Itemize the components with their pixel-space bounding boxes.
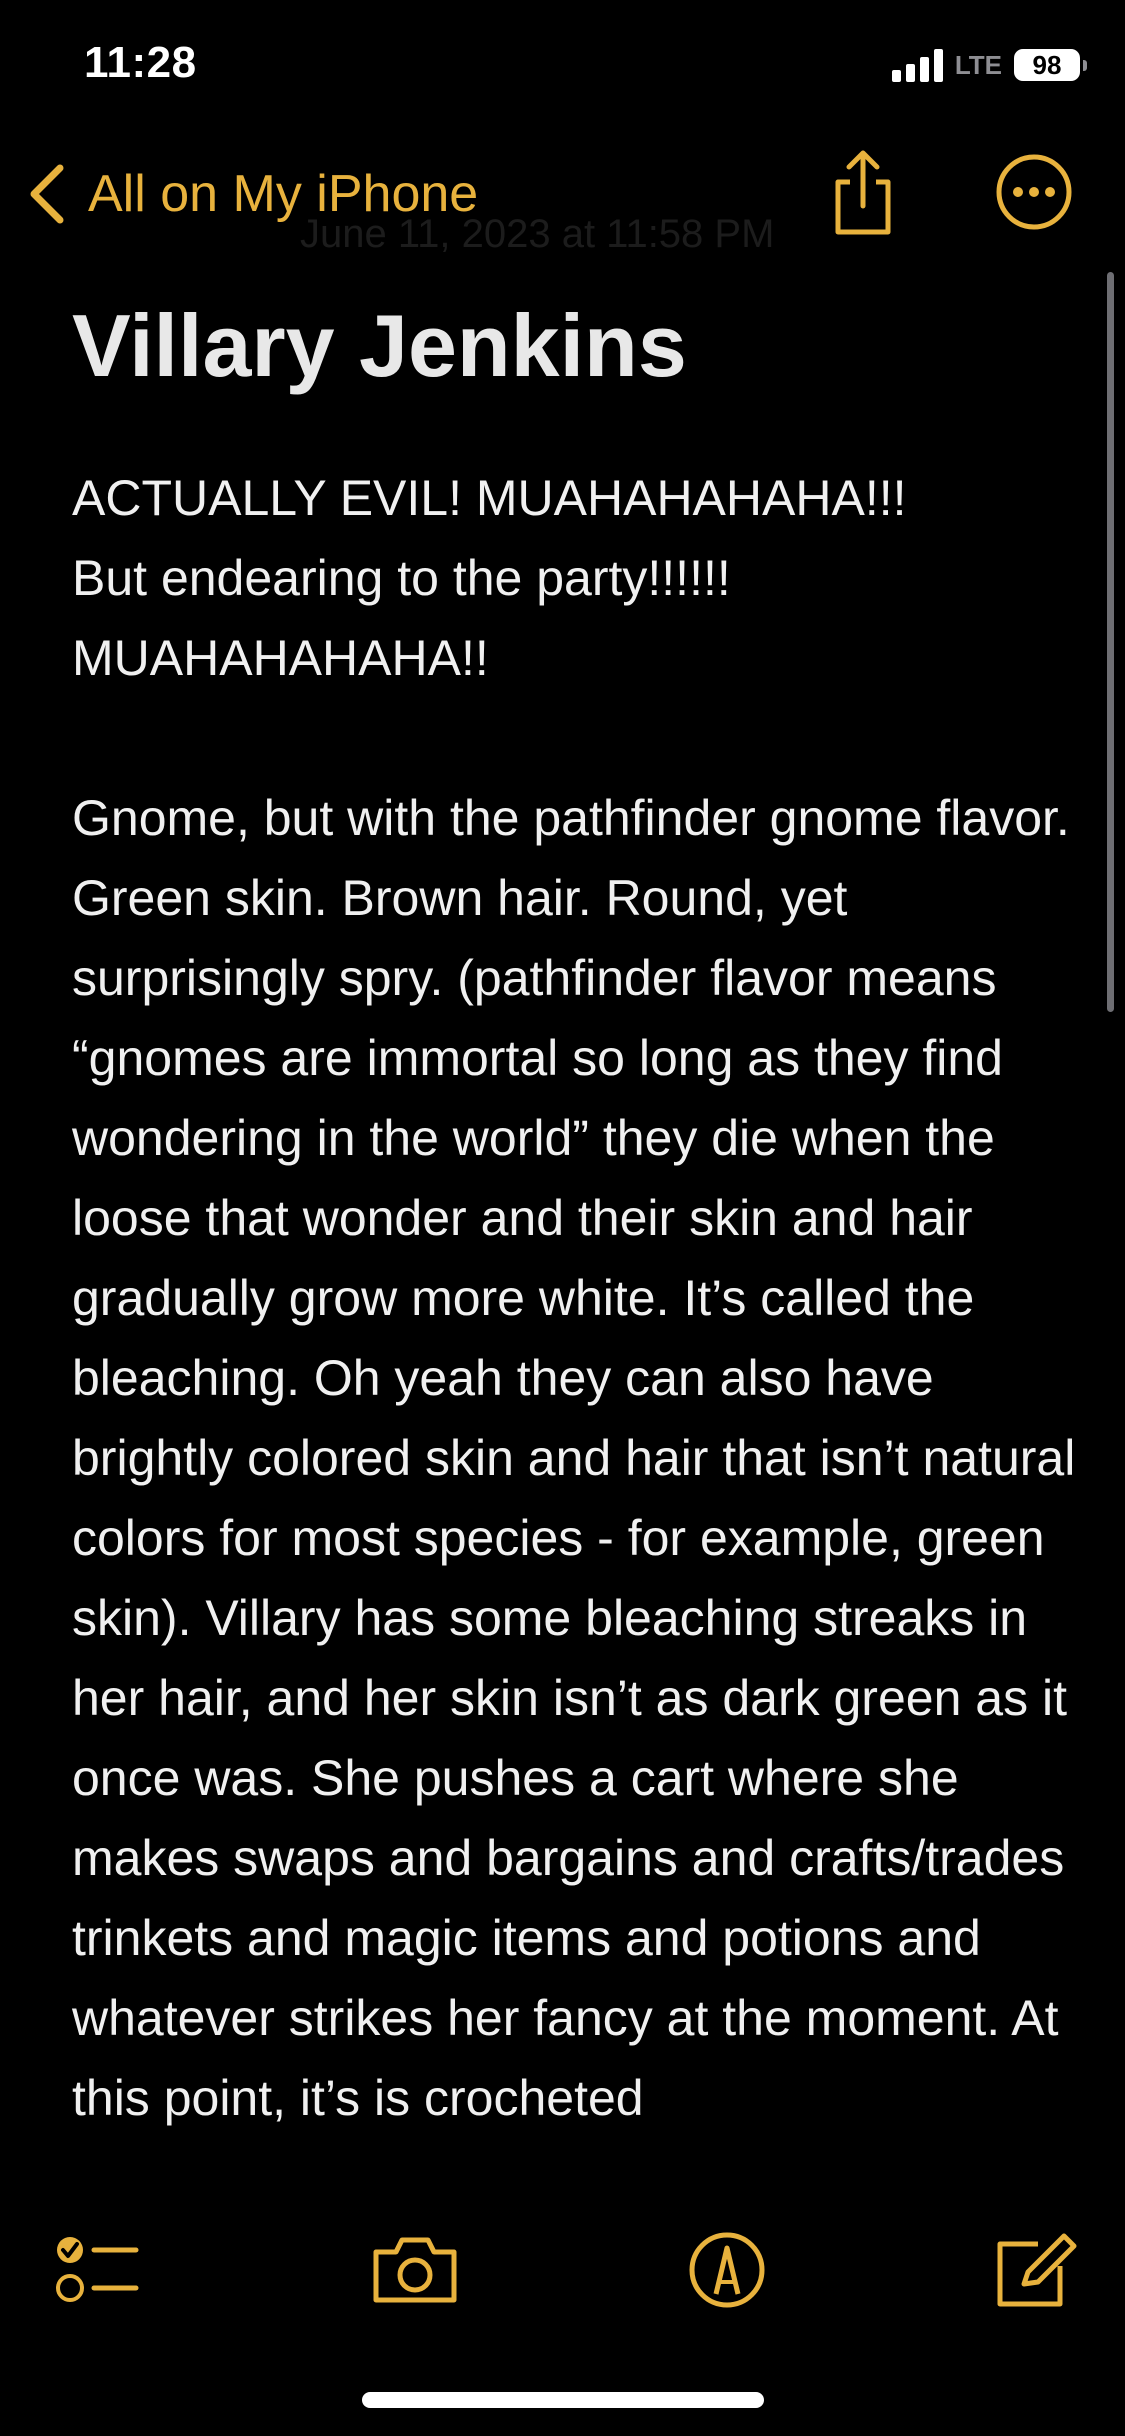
note-title[interactable]: Villary Jenkins xyxy=(72,290,1072,402)
status-indicators: LTE 98 xyxy=(891,48,1087,82)
camera-icon[interactable] xyxy=(370,2230,460,2310)
status-bar: 11:28 LTE 98 xyxy=(0,0,1125,130)
share-icon[interactable] xyxy=(828,148,898,238)
ellipsis-circle-icon[interactable] xyxy=(994,152,1074,232)
markup-pen-icon[interactable] xyxy=(682,2230,772,2310)
back-button-label: All on My iPhone xyxy=(88,165,479,223)
scroll-indicator[interactable] xyxy=(1107,272,1114,1012)
bottom-toolbar xyxy=(0,2220,1125,2320)
note-paragraph-description[interactable]: Gnome, but with the pathfinder gnome fla… xyxy=(72,778,1082,2138)
note-body[interactable]: Villary Jenkins ACTUALLY EVIL! MUAHAHAHA… xyxy=(72,290,1075,2138)
back-button[interactable]: All on My iPhone xyxy=(24,162,478,226)
battery-icon: 98 xyxy=(1014,49,1087,81)
chevron-left-icon xyxy=(30,164,64,224)
network-type: LTE xyxy=(954,49,1002,80)
note-paragraph-intro[interactable]: ACTUALLY EVIL! MUAHAHAHAHA!!! But endear… xyxy=(72,458,1072,698)
status-time: 11:28 xyxy=(84,38,197,87)
compose-icon[interactable] xyxy=(990,2230,1080,2310)
navigation-bar: June 11, 2023 at 11:58 PM All on My iPho… xyxy=(0,140,1125,260)
home-indicator[interactable] xyxy=(362,2392,764,2408)
signal-strength-icon xyxy=(891,48,943,82)
checklist-icon[interactable] xyxy=(52,2230,142,2310)
